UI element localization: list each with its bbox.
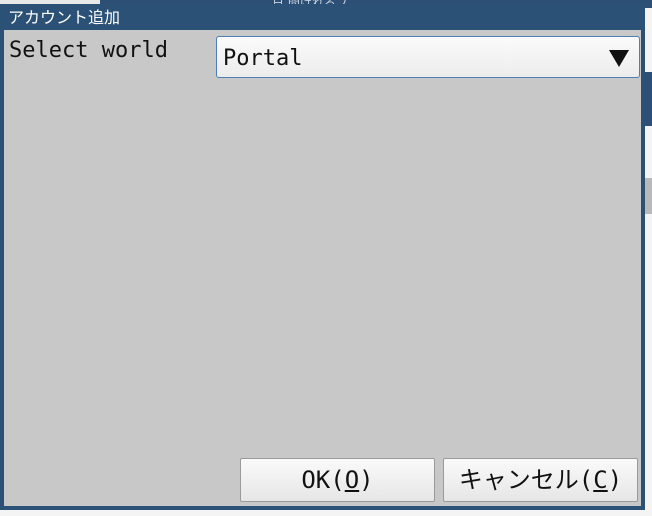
ok-button[interactable]: OK(O) bbox=[240, 458, 435, 502]
add-account-dialog: アカウント追加 Select world Portal OK(O) キャンセル(… bbox=[0, 4, 645, 510]
cancel-button-label: キャンセル( bbox=[458, 466, 594, 494]
world-select-value: Portal bbox=[223, 46, 303, 71]
dialog-title[interactable]: アカウント追加 bbox=[8, 7, 120, 29]
triangle-down-icon bbox=[609, 50, 629, 67]
ok-button-suffix: ) bbox=[359, 466, 374, 494]
ok-button-mnemonic: O bbox=[344, 466, 360, 494]
dialog-body: Select world Portal OK(O) キャンセル(C) bbox=[4, 30, 641, 506]
background-gray-block bbox=[644, 178, 652, 214]
cancel-button-suffix: ) bbox=[607, 466, 623, 494]
select-world-label: Select world bbox=[9, 38, 168, 63]
cancel-button[interactable]: キャンセル(C) bbox=[443, 458, 638, 502]
cancel-button-mnemonic: C bbox=[593, 466, 608, 494]
ok-button-label: OK( bbox=[301, 466, 345, 494]
world-select[interactable]: Portal bbox=[216, 36, 640, 78]
background-selected-block bbox=[644, 72, 652, 126]
